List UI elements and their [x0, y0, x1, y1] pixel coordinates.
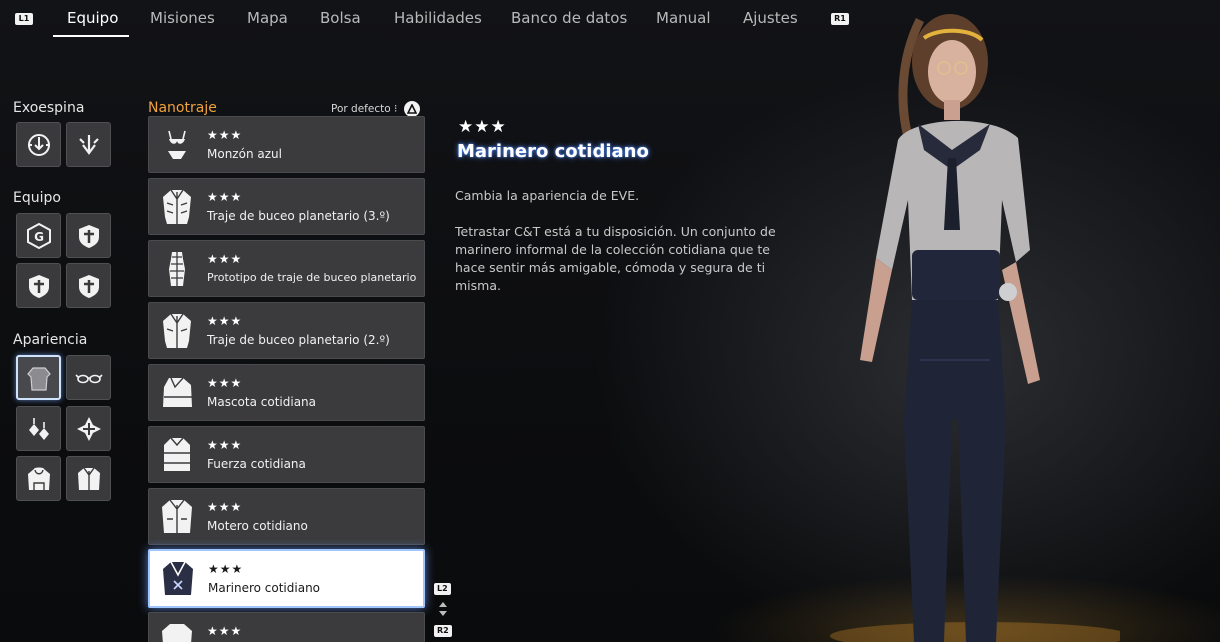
- exospine-slot-1[interactable]: [16, 122, 61, 167]
- appearance-slot-jacket[interactable]: [66, 456, 111, 501]
- rarity-stars: ★★★: [207, 500, 243, 514]
- tab-bolsa[interactable]: Bolsa: [320, 0, 361, 37]
- tab-habilidades[interactable]: Habilidades: [394, 0, 482, 37]
- rarity-stars: ★★★: [207, 190, 243, 204]
- appearance-slot-earrings[interactable]: [16, 406, 61, 451]
- tab-banco-de-datos[interactable]: Banco de datos: [511, 0, 627, 37]
- rarity-stars: ★★★: [207, 376, 243, 390]
- list-item-diving-suit-2[interactable]: ★★★ Traje de buceo planetario (2.º): [148, 302, 425, 359]
- appearance-slot-hair-accessory[interactable]: [66, 406, 111, 451]
- appearance-slot-hoodie[interactable]: [16, 456, 61, 501]
- nanosuit-icon: [26, 366, 51, 391]
- shield-icon: [78, 274, 99, 298]
- casual-outfit-icon: [164, 437, 190, 471]
- nanosuit-list-title: Nanotraje: [148, 100, 217, 116]
- list-item-monzon-azul[interactable]: ★★★ Monzón azul: [148, 116, 425, 173]
- hair-accessory-icon: [76, 416, 101, 441]
- gear-section-title: Equipo: [13, 190, 61, 206]
- gear-g-icon: G: [26, 222, 51, 249]
- item-name: Traje de buceo planetario (2.º): [207, 333, 390, 347]
- exospine-burst-icon: [78, 134, 99, 155]
- list-item-motero-cotidiano[interactable]: ★★★ Motero cotidiano: [148, 488, 425, 545]
- sort-dots-icon: ⁝: [393, 103, 398, 115]
- item-name: Fuerza cotidiana: [207, 457, 306, 471]
- active-tab-indicator: [53, 35, 129, 37]
- list-item-marinero-cotidiano[interactable]: ★★★ Marinero cotidiano: [148, 549, 425, 608]
- rarity-stars: ★★★: [207, 128, 243, 142]
- shield-icon: [28, 274, 49, 298]
- gear-slot-letter: G: [34, 230, 44, 244]
- rarity-stars: ★★★: [207, 438, 243, 452]
- r2-button-hint[interactable]: R2: [434, 625, 452, 637]
- bodysuit-icon: [169, 252, 185, 286]
- tab-manual[interactable]: Manual: [656, 0, 711, 37]
- rarity-stars: ★★★: [207, 624, 243, 638]
- list-item-mascota-cotidiana[interactable]: ★★★ Mascota cotidiana: [148, 364, 425, 421]
- character-model: [830, 14, 1120, 642]
- diving-suit-icon: [163, 313, 191, 348]
- tab-ajustes[interactable]: Ajustes: [743, 0, 798, 37]
- list-item-diving-suit-3[interactable]: ★★★ Traje de buceo planetario (3.º): [148, 178, 425, 235]
- exospine-slot-2[interactable]: [66, 122, 111, 167]
- item-name: Motero cotidiano: [207, 519, 308, 533]
- swimsuit-icon: [168, 130, 186, 159]
- glasses-icon: [74, 373, 103, 383]
- sort-dropdown[interactable]: Por defecto ⁝: [331, 103, 397, 115]
- item-name: Marinero cotidiano: [208, 581, 321, 595]
- detail-title: Marinero cotidiano: [457, 141, 649, 162]
- appearance-section-title: Apariencia: [13, 332, 88, 348]
- list-item-fuerza-cotidiana[interactable]: ★★★ Fuerza cotidiana: [148, 426, 425, 483]
- appearance-slot-glasses[interactable]: [66, 355, 111, 400]
- gear-slot-3[interactable]: [16, 263, 61, 308]
- detail-rarity-stars: ★★★: [458, 117, 507, 137]
- appearance-slot-nanosuit[interactable]: [16, 355, 61, 400]
- jacket-icon: [77, 467, 100, 490]
- exospine-core-icon: [27, 133, 50, 156]
- triangle-button-icon[interactable]: [404, 101, 420, 117]
- tab-misiones[interactable]: Misiones: [150, 0, 215, 37]
- sort-label: Por defecto: [331, 103, 391, 115]
- casual-outfit-icon: [163, 377, 192, 407]
- hoodie-icon: [27, 467, 50, 490]
- l2-button-hint[interactable]: L2: [434, 583, 451, 595]
- item-name: Prototipo de traje de buceo planetario: [207, 271, 417, 284]
- gear-slot-4[interactable]: [66, 263, 111, 308]
- exospine-section-title: Exoespina: [13, 100, 85, 116]
- tab-mapa[interactable]: Mapa: [247, 0, 288, 37]
- l1-button-hint[interactable]: L1: [15, 13, 33, 25]
- jacket-icon: [162, 499, 192, 533]
- item-name: Traje de buceo planetario (3.º): [207, 209, 390, 223]
- tab-equipo[interactable]: Equipo: [67, 0, 118, 37]
- rarity-stars: ★★★: [207, 314, 243, 328]
- shield-icon: [78, 224, 99, 248]
- list-item-prototype-diving-suit[interactable]: ★★★ Prototipo de traje de buceo planetar…: [148, 240, 425, 297]
- rarity-stars: ★★★: [207, 252, 243, 266]
- diving-suit-icon: [163, 189, 191, 224]
- gear-slot-2[interactable]: [66, 213, 111, 258]
- list-item-partial[interactable]: ★★★: [148, 612, 425, 642]
- outfit-icon: [162, 624, 192, 642]
- detail-summary: Cambia la apariencia de EVE.: [455, 188, 640, 203]
- item-name: Mascota cotidiana: [207, 395, 317, 409]
- rarity-stars: ★★★: [208, 562, 244, 576]
- scroll-arrows-icon: [439, 602, 447, 616]
- gear-slot-g[interactable]: G: [16, 213, 61, 258]
- earrings-icon: [28, 417, 49, 440]
- sailor-outfit-icon: [163, 561, 193, 595]
- item-name: Monzón azul: [207, 147, 282, 161]
- detail-description: Tetrastar C&T está a tu disposición. Un …: [455, 224, 776, 293]
